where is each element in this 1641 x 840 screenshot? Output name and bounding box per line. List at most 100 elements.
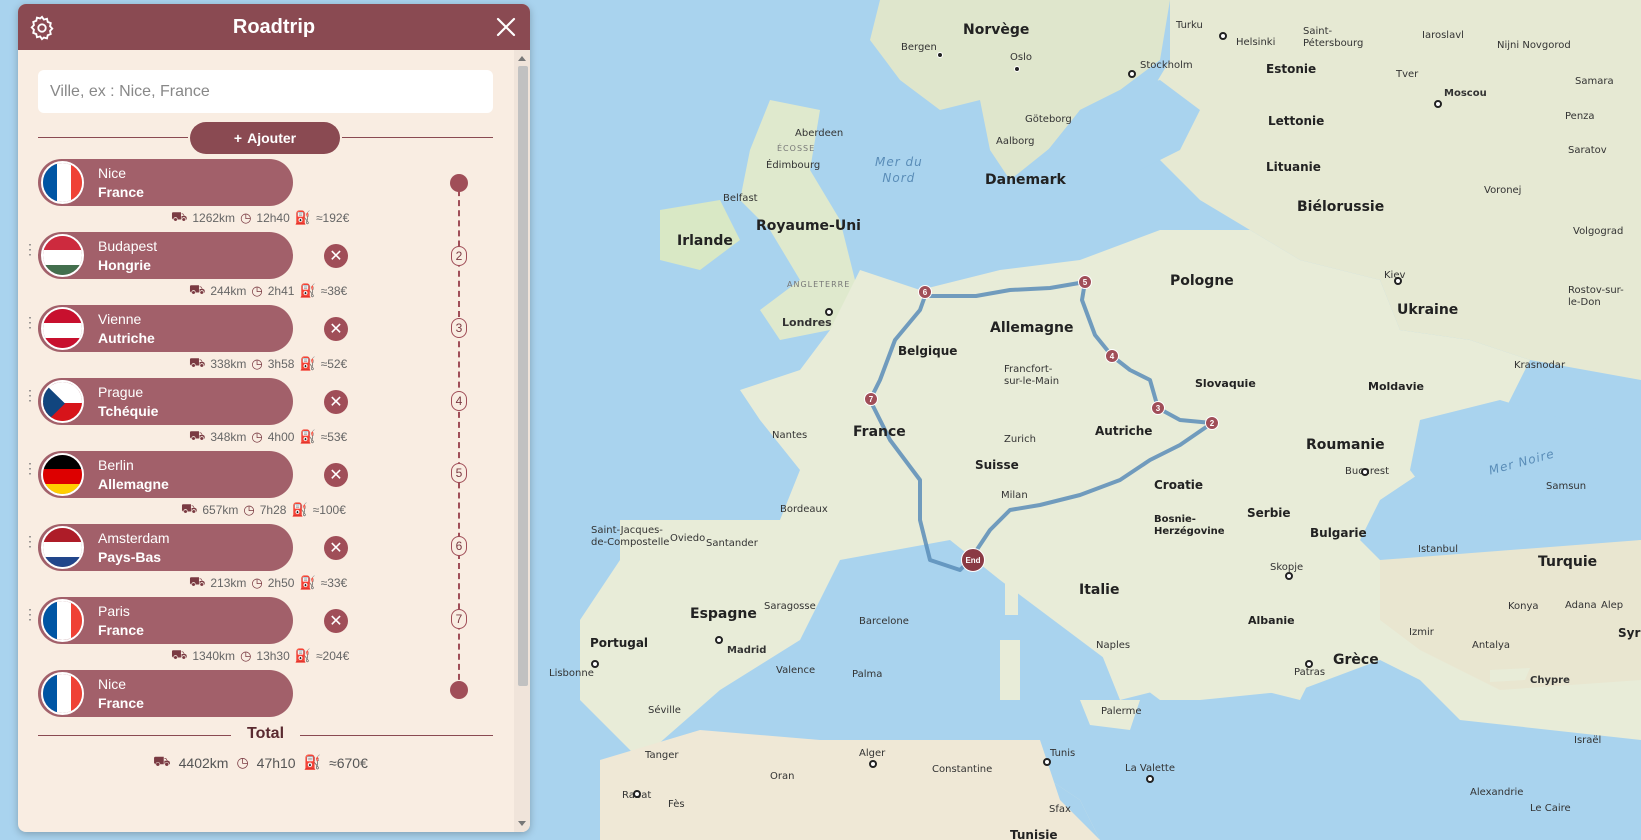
stop-country: France: [98, 183, 144, 200]
map-label-belgique: Belgique: [898, 344, 958, 358]
map-label-izmir: Izmir: [1409, 627, 1434, 638]
clock-icon: ◷: [251, 356, 263, 371]
truck-icon: ⛟: [189, 355, 206, 370]
remove-stop-close-icon[interactable]: ✕: [324, 390, 348, 414]
city-dot: [937, 52, 943, 58]
clock-icon: ◷: [243, 502, 255, 517]
stop-card-prague[interactable]: Prague Tchéquie: [38, 378, 293, 425]
leg-duration: 2h41: [267, 284, 295, 298]
panel-scrollbar[interactable]: [514, 50, 530, 832]
leg-info-5: ⛟ 657km ◷ 7h28 ⛽ ≈100€: [181, 501, 346, 518]
stop-card-paris[interactable]: Paris France: [38, 597, 293, 644]
capital-dot: [633, 790, 641, 798]
map-label-helsinki: Helsinki: [1236, 37, 1276, 48]
remove-stop-close-icon[interactable]: ✕: [324, 463, 348, 487]
stop-card-nice-end[interactable]: Nice France: [38, 670, 293, 717]
remove-stop-close-icon[interactable]: ✕: [324, 536, 348, 560]
map-label-tunis: Tunis: [1050, 748, 1076, 759]
stop-card-budapest[interactable]: Budapest Hongrie: [38, 232, 293, 279]
drag-handle-icon[interactable]: ⋮: [23, 388, 37, 407]
timeline-number-4: 4: [451, 391, 467, 411]
scroll-up-arrow-icon[interactable]: [518, 56, 526, 61]
drag-handle-icon[interactable]: ⋮: [23, 534, 37, 553]
flag-czechia-icon: [41, 380, 84, 423]
leg-duration: 3h58: [267, 357, 295, 371]
stop-city: Prague: [98, 383, 144, 400]
close-icon[interactable]: [494, 15, 518, 39]
map-label-saint-petersbourg: Saint- Pétersbourg: [1303, 26, 1364, 49]
stop-card-nice-start[interactable]: Nice France: [38, 159, 293, 206]
drag-handle-icon[interactable]: ⋮: [23, 461, 37, 480]
map-label-pologne: Pologne: [1170, 273, 1234, 289]
flag-france-icon: [41, 599, 84, 642]
map-label-autriche: Autriche: [1095, 424, 1153, 438]
timeline-number-7: 7: [451, 609, 467, 629]
scroll-down-arrow-icon[interactable]: [518, 821, 526, 826]
map-label-israel: Israël: [1574, 735, 1602, 746]
stop-card-berlin[interactable]: Berlin Allemagne: [38, 451, 293, 498]
clock-icon: ◷: [236, 754, 249, 770]
leg-info-2: ⛟ 244km ◷ 2h41 ⛽ ≈38€: [189, 282, 347, 299]
map-label-irlande: Irlande: [677, 233, 733, 249]
leg-distance: 338km: [210, 357, 247, 371]
leg-distance: 1340km: [192, 649, 236, 663]
total-cost: ≈670€: [329, 754, 368, 771]
fuel-icon: ⛽: [299, 575, 316, 590]
map-label-oviedo: Oviedo: [670, 533, 706, 544]
map-label-saint-jacques: Saint-Jacques- de-Compostelle: [591, 525, 670, 548]
route-marker-4[interactable]: 4: [1105, 349, 1119, 363]
timeline-number-3: 3: [451, 318, 467, 338]
leg-info-4: ⛟ 348km ◷ 4h00 ⛽ ≈53€: [189, 428, 347, 445]
map-label-turku: Turku: [1176, 20, 1203, 31]
capital-dot: [1128, 70, 1136, 78]
remove-stop-close-icon[interactable]: ✕: [324, 244, 348, 268]
leg-duration: 12h40: [256, 211, 290, 225]
map-label-seville: Séville: [648, 705, 681, 716]
stop-country: France: [98, 694, 144, 711]
remove-stop-close-icon[interactable]: ✕: [324, 609, 348, 633]
settings-gear-icon[interactable]: [28, 14, 56, 42]
route-marker-6[interactable]: 6: [918, 285, 932, 299]
capital-dot: [1361, 468, 1369, 476]
stop-card-amsterdam[interactable]: Amsterdam Pays-Bas: [38, 524, 293, 571]
map-label-lituanie: Lituanie: [1266, 160, 1321, 174]
map-label-penza: Penza: [1565, 111, 1595, 122]
plus-icon: +: [233, 130, 243, 146]
add-stop-button[interactable]: + Ajouter: [190, 122, 340, 154]
route-marker-2[interactable]: 2: [1205, 416, 1219, 430]
flag-germany-icon: [41, 453, 84, 496]
drag-handle-icon[interactable]: ⋮: [23, 242, 37, 261]
remove-stop-close-icon[interactable]: ✕: [324, 317, 348, 341]
map-label-bordeaux: Bordeaux: [780, 504, 828, 515]
map-label-samara: Samara: [1575, 76, 1614, 87]
stop-city: Vienne: [98, 310, 142, 327]
city-search-input[interactable]: [38, 70, 493, 113]
route-marker-7[interactable]: 7: [864, 392, 878, 406]
map-label-chypre: Chypre: [1530, 675, 1570, 686]
map-label-naples: Naples: [1096, 640, 1131, 651]
fuel-icon: ⛽: [294, 210, 311, 225]
map-label-nantes: Nantes: [772, 430, 808, 441]
scroll-thumb[interactable]: [518, 66, 528, 686]
leg-distance: 657km: [202, 503, 239, 517]
map-label-volgograd: Volgograd: [1573, 226, 1624, 237]
leg-duration: 4h00: [267, 430, 295, 444]
drag-handle-icon[interactable]: ⋮: [23, 607, 37, 626]
route-marker-3[interactable]: 3: [1151, 401, 1165, 415]
clock-icon: ◷: [240, 210, 252, 225]
map-label-moscou: Moscou: [1444, 88, 1487, 99]
leg-distance: 244km: [210, 284, 247, 298]
stop-city: Berlin: [98, 456, 134, 473]
fuel-icon: ⛽: [291, 502, 308, 517]
map-label-iaroslavl: Iaroslavl: [1422, 30, 1464, 41]
drag-handle-icon[interactable]: ⋮: [23, 315, 37, 334]
truck-icon: ⛟: [181, 501, 198, 516]
total-label: Total: [246, 725, 285, 742]
leg-info-1: ⛟ 1262km ◷ 12h40 ⛽ ≈192€: [171, 209, 349, 226]
stop-card-vienne[interactable]: Vienne Autriche: [38, 305, 293, 352]
map-label-francfort: Francfort- sur-le-Main: [1004, 364, 1060, 387]
map-label-suisse: Suisse: [975, 458, 1019, 472]
route-marker-5[interactable]: 5: [1078, 275, 1092, 289]
route-marker-end[interactable]: End: [961, 548, 985, 572]
clock-icon: ◷: [251, 429, 263, 444]
